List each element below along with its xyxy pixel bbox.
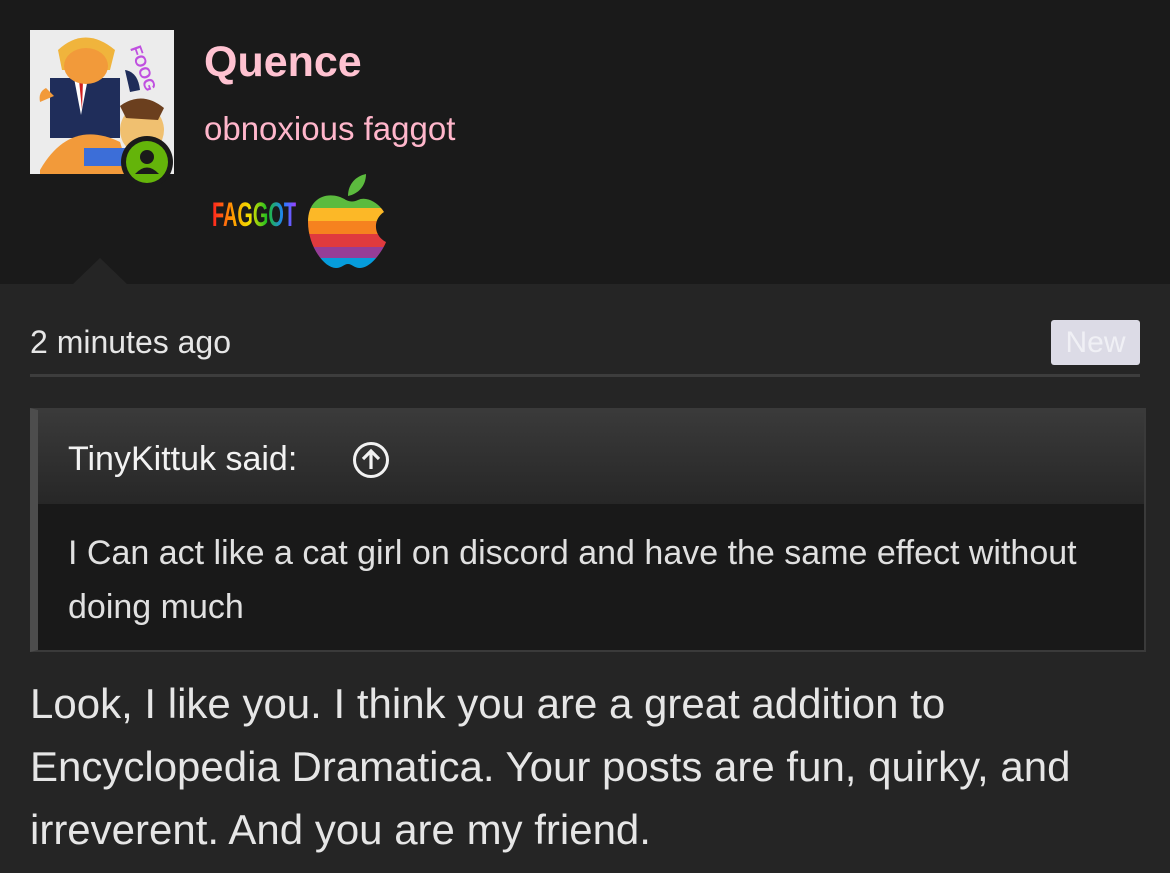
user-title: obnoxious faggot xyxy=(204,110,456,147)
user-online-icon xyxy=(135,150,159,174)
quote-header: TinyKittuk said: xyxy=(38,410,1144,504)
svg-text:FAGGOT: FAGGOT xyxy=(212,196,296,234)
new-badge: New xyxy=(1051,320,1140,365)
post-timestamp-link[interactable]: 2 minutes ago xyxy=(30,324,231,361)
post-pointer-arrow xyxy=(72,258,128,285)
username-link[interactable]: Quence xyxy=(204,38,362,87)
post-meta-bar: 2 minutes ago New xyxy=(30,316,1140,377)
quote-author-link[interactable]: TinyKittuk said: xyxy=(68,440,297,479)
quote-block: TinyKittuk said: I Can act like a cat gi… xyxy=(30,408,1146,652)
online-status-badge xyxy=(121,136,173,188)
user-info-header: FOOG Quence obnoxious faggot FAGGOT xyxy=(0,0,1170,285)
rainbow-apple-icon xyxy=(308,174,386,268)
arrow-up-circle-icon[interactable] xyxy=(352,441,390,479)
post-message-body: Look, I like you. I think you are a grea… xyxy=(30,680,1071,853)
quote-text: I Can act like a cat girl on discord and… xyxy=(68,534,1077,626)
user-banner: FAGGOT xyxy=(212,196,296,234)
